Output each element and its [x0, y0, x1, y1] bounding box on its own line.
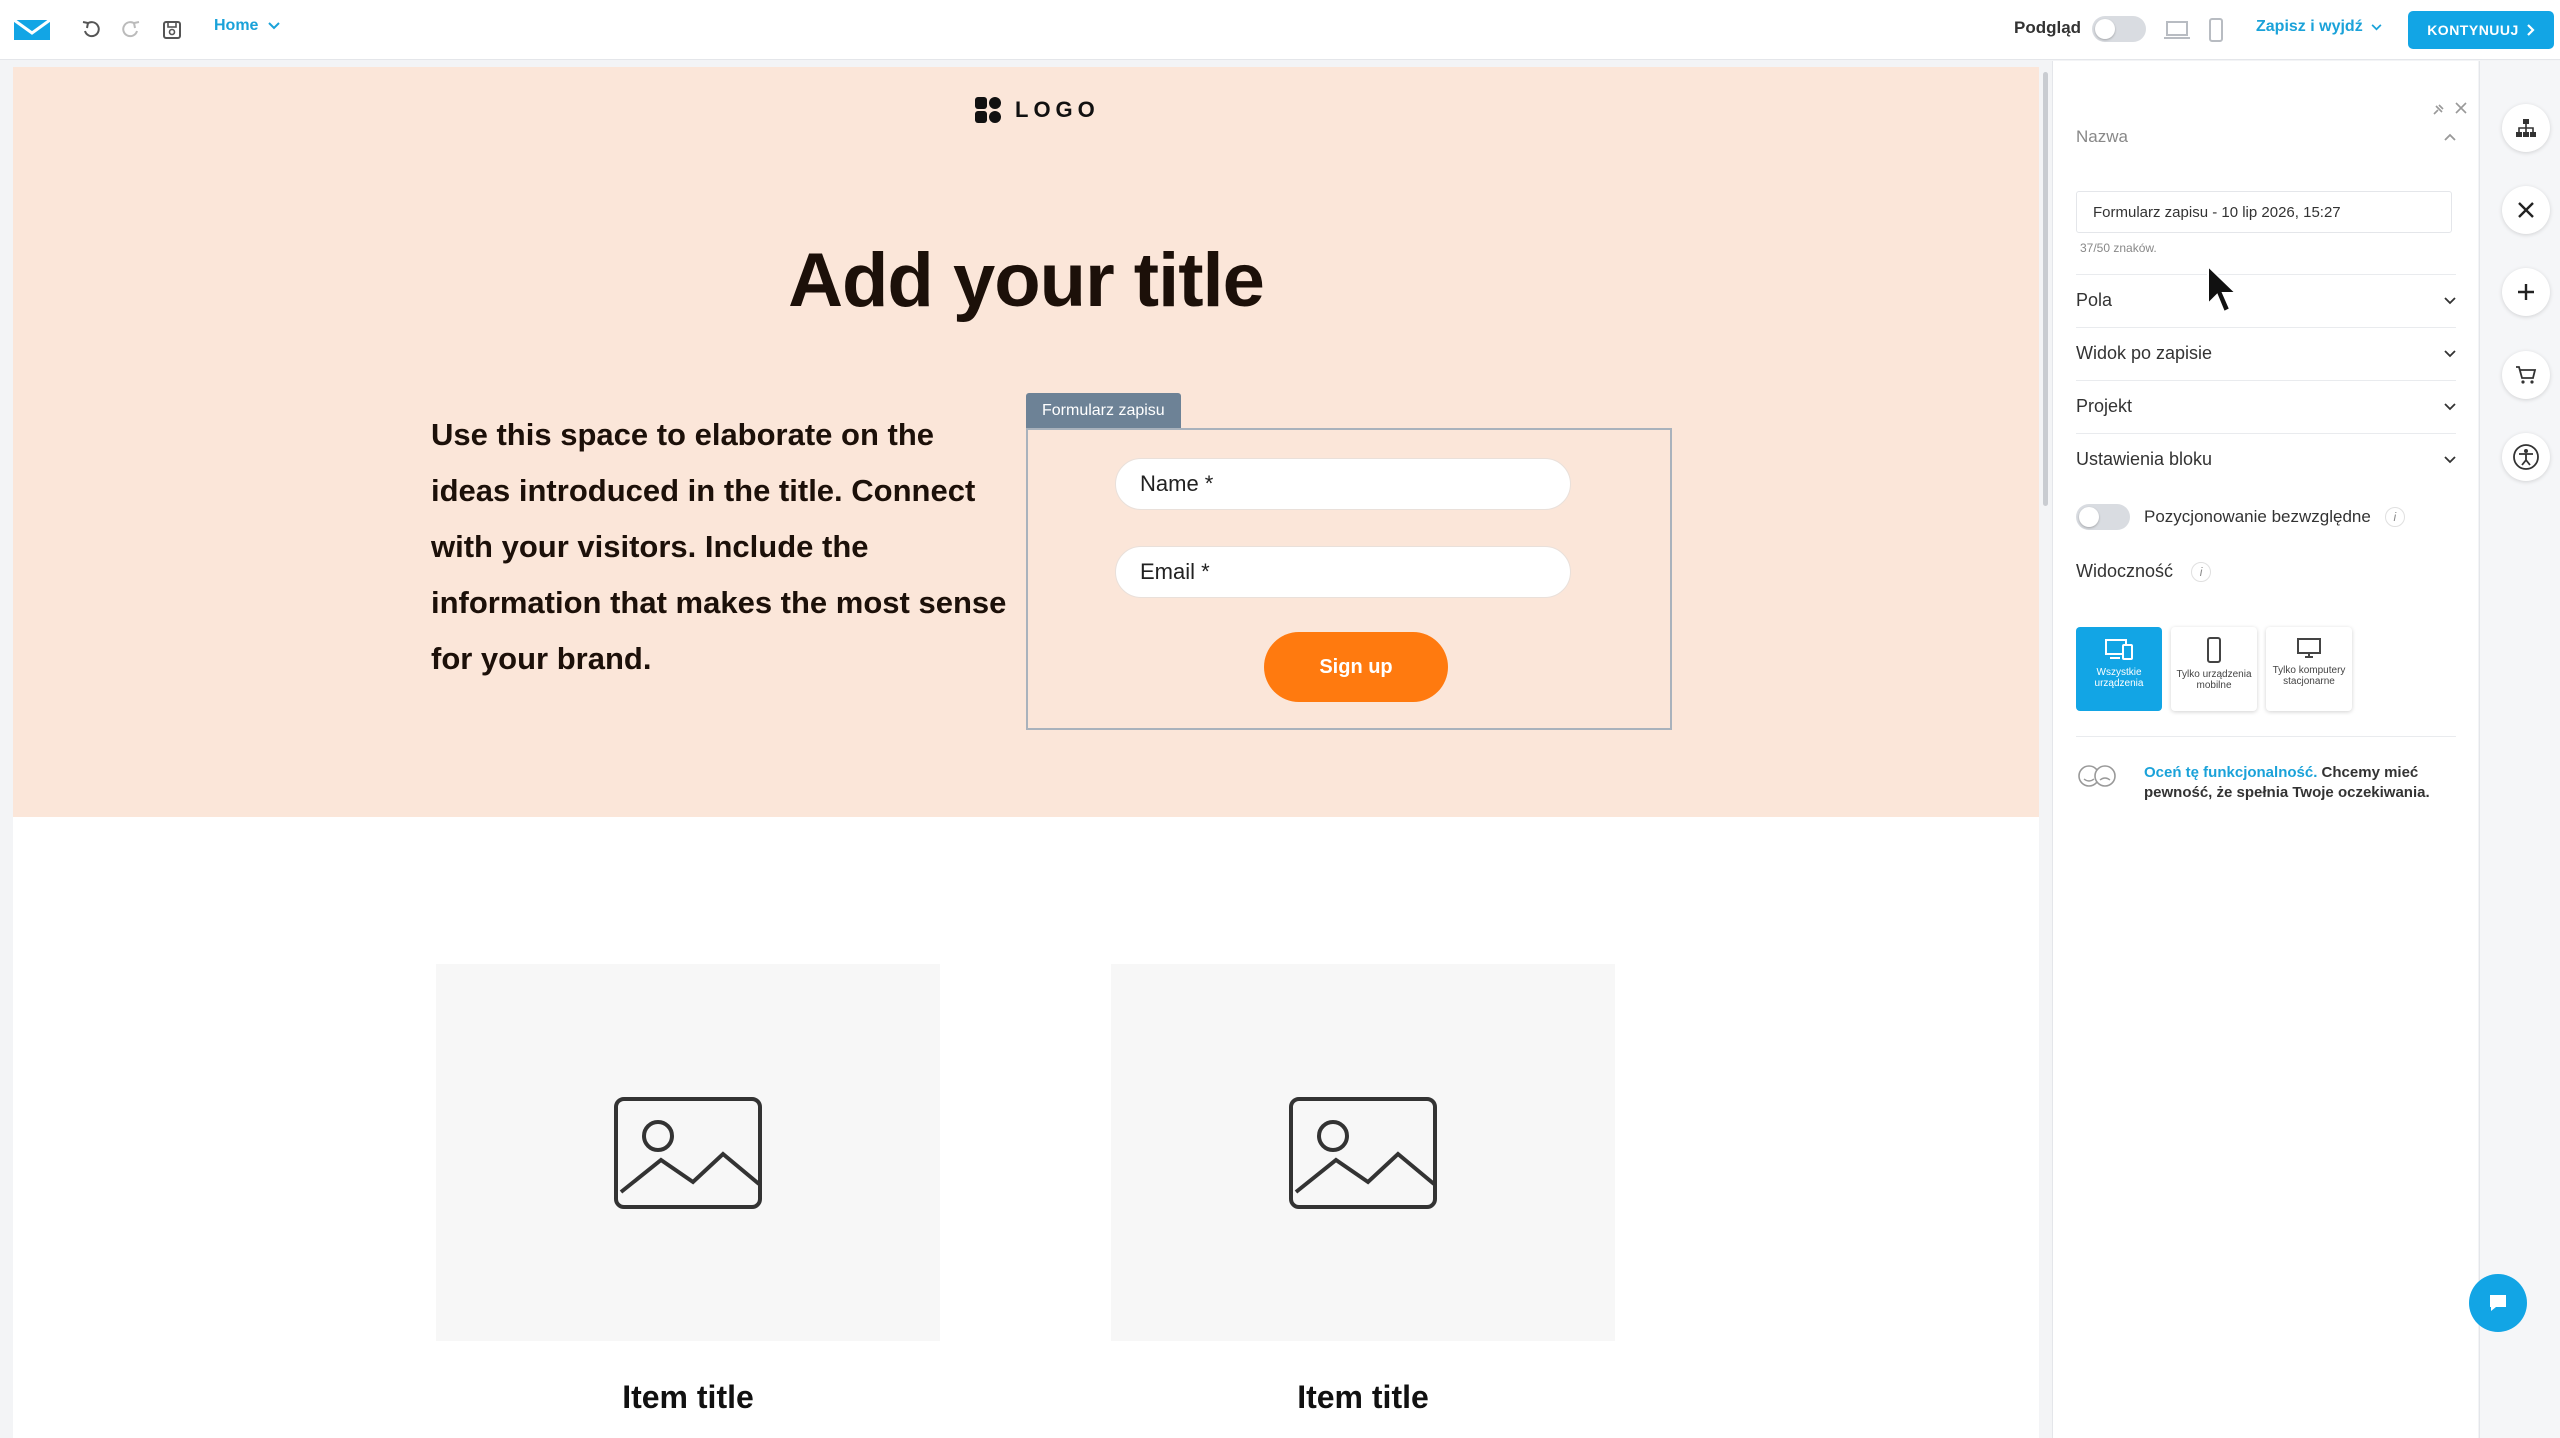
pin-icon[interactable]	[2431, 103, 2445, 120]
name-section-header[interactable]: Nazwa	[2076, 127, 2456, 147]
top-toolbar: Home Podgląd Zapisz i wyjdź KONTYNUUJ	[0, 0, 2560, 60]
feedback-faces-icon	[2078, 765, 2116, 787]
form-name-input[interactable]: Formularz zapisu - 10 lip 2026, 15:27	[2076, 191, 2452, 233]
visibility-mobile-only-label: Tylko urządzenia mobilne	[2176, 669, 2252, 691]
absolute-positioning-label: Pozycjonowanie bezwzględne	[2144, 507, 2371, 526]
item-image-1[interactable]	[436, 964, 940, 1341]
continue-button[interactable]: KONTYNUUJ	[2408, 11, 2554, 49]
sitemap-icon	[2516, 119, 2536, 137]
mail-logo-icon[interactable]	[10, 0, 54, 60]
item-title-2[interactable]: Item title	[1111, 1379, 1615, 1416]
section-design-label: Projekt	[2076, 396, 2133, 416]
visibility-desktop-only-label: Tylko komputery stacjonarne	[2272, 665, 2346, 687]
rate-feature-link[interactable]: Oceń tę funkcjonalność.	[2144, 764, 2317, 781]
chevron-down-icon	[2444, 402, 2456, 410]
save-icon[interactable]	[158, 0, 186, 60]
chevron-down-icon	[268, 22, 281, 30]
chat-icon	[2490, 1295, 2506, 1311]
laptop-icon[interactable]	[2162, 0, 2192, 60]
save-exit-menu[interactable]: Zapisz i wyjdź	[2256, 18, 2382, 36]
visibility-all-devices[interactable]: Wszystkie urządzenia	[2076, 627, 2162, 711]
char-count: 37/50 znaków.	[2080, 241, 2157, 255]
chevron-up-icon	[2444, 133, 2456, 141]
item-title-1[interactable]: Item title	[436, 1379, 940, 1416]
desktop-icon	[2297, 638, 2321, 658]
structure-button[interactable]	[2502, 104, 2550, 152]
close-icon	[2518, 202, 2534, 218]
page-menu[interactable]: Home	[214, 17, 281, 35]
canvas-scrollbar[interactable]	[2043, 72, 2048, 506]
settings-panel: Nazwa Formularz zapisu - 10 lip 2026, 15…	[2052, 61, 2478, 1438]
item-image-2[interactable]	[1111, 964, 1615, 1341]
section-fields[interactable]: Pola	[2076, 274, 2456, 326]
name-section-label: Nazwa	[2076, 127, 2128, 146]
absolute-positioning-row: Pozycjonowanie bezwzględne i	[2076, 499, 2456, 535]
sign-up-button[interactable]: Sign up	[1264, 632, 1448, 702]
absolute-positioning-toggle[interactable]	[2076, 504, 2130, 530]
section-design[interactable]: Projekt	[2076, 380, 2456, 432]
info-icon[interactable]: i	[2384, 507, 2405, 527]
info-icon[interactable]: i	[2191, 561, 2212, 582]
mouse-cursor-icon	[2207, 264, 2239, 314]
add-button[interactable]	[2502, 268, 2550, 316]
chevron-down-icon	[2444, 296, 2456, 304]
visibility-mobile-only[interactable]: Tylko urządzenia mobilne	[2171, 627, 2257, 711]
devices-icon	[2105, 639, 2133, 660]
editor-canvas: LOGO Add your title Use this space to el…	[13, 67, 2039, 1438]
section-after-signup[interactable]: Widok po zapisie	[2076, 327, 2456, 379]
email-field[interactable]: Email *	[1115, 546, 1571, 598]
right-rail	[2479, 61, 2560, 1438]
feedback-text: Oceń tę funkcjonalność. Chcemy mieć pewn…	[2144, 763, 2456, 803]
accessibility-button[interactable]	[2502, 433, 2550, 481]
close-button[interactable]	[2502, 186, 2550, 234]
visibility-all-devices-label: Wszystkie urządzenia	[2094, 667, 2144, 689]
sign-up-label: Sign up	[1319, 655, 1393, 678]
email-field-placeholder: Email *	[1140, 559, 1210, 584]
visibility-label-text: Widoczność	[2076, 561, 2174, 581]
plus-icon	[2518, 284, 2534, 300]
hero-body-text[interactable]: Use this space to elaborate on the ideas…	[431, 407, 1011, 687]
logo-mark-icon	[975, 97, 1001, 123]
name-field-placeholder: Name *	[1140, 471, 1214, 496]
hero-section[interactable]: LOGO Add your title Use this space to el…	[13, 67, 2039, 817]
chevron-right-icon	[2527, 24, 2535, 36]
preview-label: Podgląd	[2014, 18, 2082, 37]
feedback-box: Oceń tę funkcjonalność. Chcemy mieć pewn…	[2076, 736, 2456, 803]
logo[interactable]: LOGO	[973, 95, 1100, 125]
name-field[interactable]: Name *	[1115, 458, 1571, 510]
chevron-down-icon	[2371, 23, 2382, 30]
save-exit-label: Zapisz i wyjdź	[2256, 18, 2363, 35]
form-tag[interactable]: Formularz zapisu	[1026, 393, 1181, 429]
cart-icon	[2516, 366, 2537, 384]
image-placeholder-icon	[1289, 1096, 1437, 1209]
undo-icon[interactable]	[78, 0, 106, 60]
visibility-label: Widoczność i	[2076, 561, 2212, 582]
image-placeholder-icon	[614, 1096, 762, 1209]
logo-text: LOGO	[1015, 97, 1100, 122]
shop-button[interactable]	[2502, 351, 2550, 399]
signup-form[interactable]: Name * Email * Sign up	[1026, 428, 1672, 730]
continue-label: KONTYNUUJ	[2427, 22, 2519, 38]
page-menu-label: Home	[214, 17, 259, 34]
mobile-icon	[2207, 637, 2221, 663]
chevron-down-icon	[2444, 349, 2456, 357]
section-block-settings-label: Ustawienia bloku	[2076, 449, 2213, 469]
chevron-down-icon	[2444, 455, 2456, 463]
visibility-desktop-only[interactable]: Tylko komputery stacjonarne	[2266, 627, 2352, 711]
section-fields-label: Pola	[2076, 290, 2113, 310]
section-after-signup-label: Widok po zapisie	[2076, 343, 2213, 363]
chat-button[interactable]	[2469, 1274, 2527, 1332]
mobile-icon[interactable]	[2204, 0, 2228, 60]
hero-title[interactable]: Add your title	[13, 237, 2039, 324]
redo-icon[interactable]	[116, 0, 144, 60]
section-block-settings[interactable]: Ustawienia bloku	[2076, 433, 2456, 485]
accessibility-icon	[2513, 444, 2539, 470]
panel-close-icon[interactable]	[2455, 101, 2467, 119]
form-name-value: Formularz zapisu - 10 lip 2026, 15:27	[2093, 203, 2341, 221]
preview-toggle[interactable]	[2092, 16, 2146, 42]
